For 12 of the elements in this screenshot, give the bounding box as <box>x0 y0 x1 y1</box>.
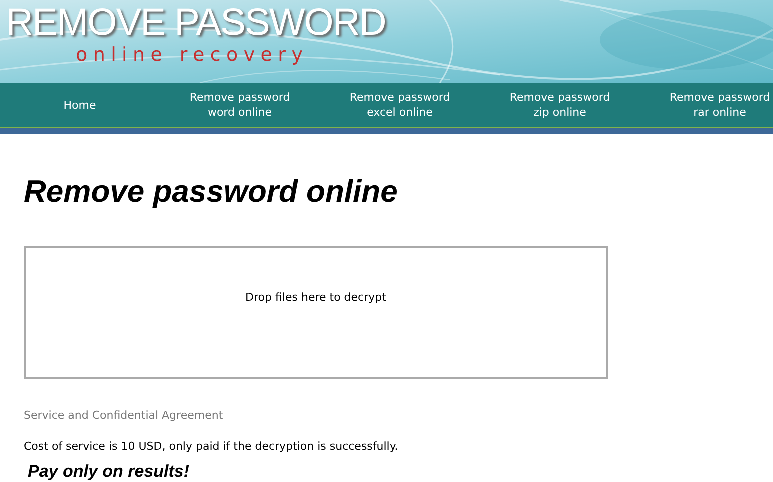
nav-link[interactable]: Remove password excel online <box>320 83 480 127</box>
logo-title: REMOVE PASSWORD <box>6 2 386 44</box>
drop-zone[interactable]: Drop files here to decrypt <box>24 246 608 379</box>
nav-link[interactable]: Remove password rar online <box>640 83 773 127</box>
page-title: Remove password online <box>24 173 399 211</box>
nav-link[interactable]: Remove password zip online <box>480 83 640 127</box>
nav-link[interactable]: Home <box>0 83 160 127</box>
agreement-link[interactable]: Service and Confidential Agreement <box>24 408 749 424</box>
slogan: Pay only on results! <box>28 461 191 482</box>
nav-link[interactable]: Remove password word online <box>160 83 320 127</box>
cost-text: Cost of service is 10 USD, only paid if the decryption is successfully. <box>24 438 400 454</box>
logo-subtitle: online recovery <box>76 44 309 66</box>
